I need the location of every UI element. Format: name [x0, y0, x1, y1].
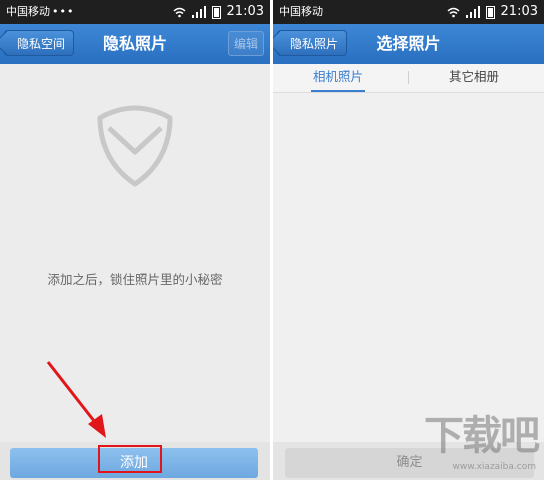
clock: 21:03	[500, 4, 538, 19]
battery-icon	[485, 5, 495, 19]
tab-camera-photos[interactable]: 相机照片	[310, 64, 366, 92]
edit-button[interactable]: 编辑	[228, 31, 264, 56]
wifi-icon	[447, 7, 460, 17]
bottom-bar: 确定	[273, 442, 544, 480]
title-bar: 隐私空间 隐私照片 编辑	[0, 24, 270, 64]
tab-divider	[408, 71, 409, 84]
select-photos-screen: 中国移动 21:03 隐私照片 选择照片 相机照片 其它相册 确定 下载吧 ww	[273, 0, 544, 480]
private-photos-screen: 中国移动 ••• 21:03 隐私空间 隐私照片 编辑 添加之后，锁住照片里的小秘…	[0, 0, 270, 480]
wifi-icon	[173, 7, 186, 17]
add-button[interactable]: 添加	[10, 445, 258, 478]
status-bar: 中国移动 21:03	[273, 0, 544, 24]
bottom-bar: 添加	[0, 442, 270, 480]
confirm-button[interactable]: 确定	[285, 448, 534, 478]
clock: 21:03	[226, 4, 264, 19]
empty-message: 添加之后，锁住照片里的小秘密	[47, 272, 223, 287]
signal-icon	[465, 6, 480, 18]
status-bar: 中国移动 ••• 21:03	[0, 0, 270, 24]
carrier-label: 中国移动	[279, 5, 323, 18]
title-bar: 隐私照片 选择照片	[273, 24, 544, 64]
signal-icon	[191, 6, 206, 18]
album-tabs: 相机照片 其它相册	[273, 64, 544, 93]
carrier-label: 中国移动 •••	[6, 5, 75, 18]
battery-icon	[211, 5, 221, 19]
annotation-arrow-icon	[46, 361, 106, 438]
annotation-highlight-box	[98, 445, 162, 473]
shield-icon	[97, 105, 173, 187]
tab-other-albums[interactable]: 其它相册	[449, 64, 499, 90]
